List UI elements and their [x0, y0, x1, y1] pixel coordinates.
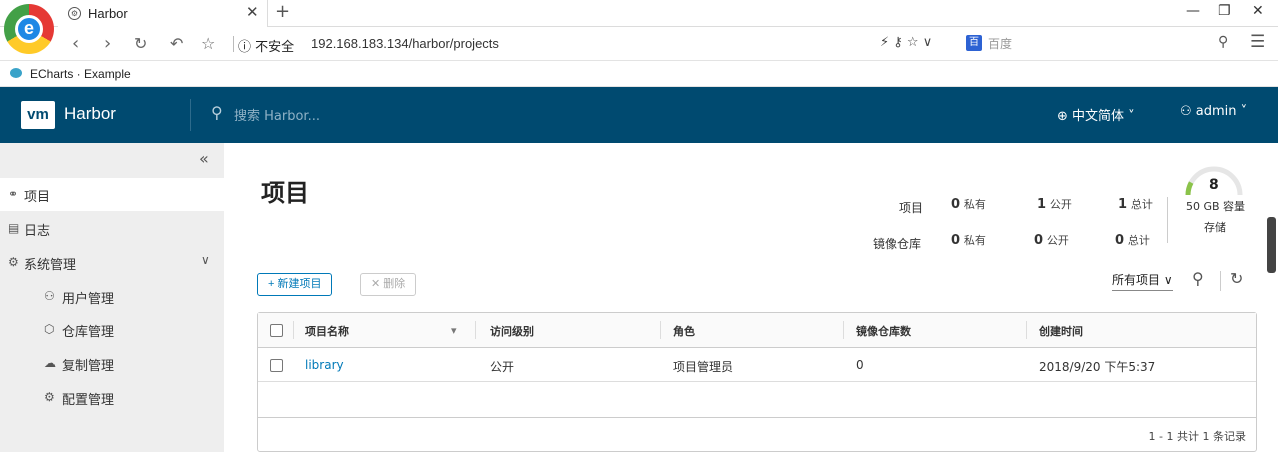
pagination-summary: 1 - 1 共计 1 条记录 — [1148, 430, 1246, 443]
address-bar: ‹ › ↻ ↶ ☆ ⓘ 不安全 192.168.183.134/harbor/p… — [0, 27, 1278, 61]
tab-close-icon[interactable]: ✕ — [246, 3, 259, 21]
user-menu[interactable]: ⚇ admin ˅ — [1180, 104, 1247, 119]
forward-icon[interactable]: › — [104, 33, 111, 54]
creation-time: 2018/9/20 下午5:37 — [1039, 360, 1156, 374]
search-input[interactable] — [234, 105, 514, 127]
new-project-button[interactable]: + 新建项目 — [257, 273, 333, 296]
page-title: 项目 — [261, 179, 309, 207]
restore-icon[interactable]: ❐ — [1218, 3, 1231, 19]
sidebar-item-projects[interactable]: ⚭ 项目 — [0, 178, 224, 211]
refresh-icon[interactable]: ↻ — [1230, 269, 1243, 288]
new-tab-button[interactable]: + — [275, 1, 290, 22]
app-brand[interactable]: Harbor — [64, 104, 116, 124]
storage-count: 8 — [1209, 177, 1219, 193]
back-icon[interactable]: ‹ — [72, 33, 79, 54]
filter-icon[interactable]: ▾ — [451, 324, 457, 337]
stat-projects-total: 1 总计 — [1118, 197, 1153, 212]
browser-search-box[interactable]: 百 百度 — [966, 33, 1216, 55]
baidu-icon: 百 — [966, 35, 982, 51]
sidebar-item-replication[interactable]: ☁ 复制管理 — [0, 347, 224, 380]
reload-icon[interactable]: ↻ — [134, 34, 147, 53]
tab-title: Harbor — [88, 6, 128, 21]
settings-icon: ⚙ — [44, 390, 55, 404]
stat-repos-public: 0 公开 — [1034, 233, 1069, 248]
minimize-icon[interactable]: — — [1186, 3, 1200, 19]
language-selector[interactable]: ⊕ 中文简体 ˅ — [1057, 105, 1135, 124]
sidebar-item-configuration[interactable]: ⚙ 配置管理 — [0, 381, 224, 414]
address-tools-icons[interactable]: ⚡ ⚷ ☆ ∨ — [880, 35, 932, 50]
bookmarks-bar: ECharts · Example — [0, 61, 1278, 87]
project-filter-select[interactable]: 所有项目 ∨ — [1112, 271, 1173, 291]
url-field[interactable]: 192.168.183.134/harbor/projects — [311, 36, 499, 51]
admin-icon: ⚙ — [8, 255, 19, 269]
browser-menu-icon[interactable]: ☰ — [1250, 32, 1265, 52]
table-footer: 1 - 1 共计 1 条记录 — [258, 417, 1256, 451]
column-header-created[interactable]: 创建时间 — [1039, 323, 1083, 339]
browser-tab[interactable]: ⚙ Harbor ✕ — [58, 0, 268, 27]
role: 项目管理员 — [673, 360, 734, 374]
select-all-checkbox[interactable] — [270, 324, 283, 337]
projects-table: 项目名称 ▾ 访问级别 角色 镜像仓库数 创建时间 library 公开 项目管… — [257, 312, 1257, 452]
replication-icon: ☁ — [44, 356, 56, 370]
search-icon: ⚲ — [211, 103, 223, 122]
echarts-icon — [10, 68, 22, 78]
vmware-logo[interactable]: vm — [21, 101, 55, 129]
chevron-down-icon: ∨ — [201, 253, 210, 267]
stat-projects-public: 1 公开 — [1037, 197, 1072, 212]
storage-capacity: 50 GB 容量 — [1186, 200, 1246, 213]
favorite-star-icon[interactable]: ☆ — [201, 34, 215, 53]
search-icon[interactable]: ⚲ — [1192, 269, 1204, 288]
delete-button[interactable]: ✕ 删除 — [360, 273, 417, 296]
main-content: 项目 项目 0 私有 1 公开 1 总计 镜像仓库 0 私有 0 公开 0 总计… — [224, 143, 1278, 452]
stat-projects-private: 0 私有 — [951, 197, 986, 212]
side-scroll-handle[interactable] — [1267, 217, 1276, 273]
sidebar-item-logs[interactable]: ▤ 日志 — [0, 212, 224, 245]
column-header-access[interactable]: 访问级别 — [490, 323, 534, 339]
access-level: 公开 — [490, 360, 515, 374]
browser-logo-icon: e — [4, 4, 54, 54]
row-checkbox[interactable] — [270, 359, 283, 372]
sidebar: « ⚭ 项目 ▤ 日志 ⚙ 系统管理 ∨ ⚇ 用户管理 ⬡ 仓库管理 ☁ 复制管… — [0, 143, 224, 452]
collapse-sidebar-icon[interactable]: « — [199, 149, 209, 168]
close-window-icon[interactable]: ✕ — [1252, 3, 1264, 19]
stat-repos-total: 0 总计 — [1115, 233, 1150, 248]
repo-count: 0 — [856, 358, 864, 372]
stat-repos-label: 镜像仓库 — [873, 237, 922, 251]
column-header-name[interactable]: 项目名称 — [305, 323, 349, 339]
browser-tab-bar: ⚙ Harbor ✕ + — ❐ ✕ — [0, 0, 1278, 27]
stat-repos-private: 0 私有 — [951, 233, 986, 248]
tab-favicon-icon: ⚙ — [68, 7, 81, 20]
sidebar-item-admin[interactable]: ⚙ 系统管理 ∨ — [0, 246, 224, 279]
users-icon: ⚇ — [44, 289, 55, 303]
project-name-link[interactable]: library — [305, 358, 344, 372]
projects-icon: ⚭ — [8, 187, 19, 201]
stat-projects-label: 项目 — [899, 201, 924, 215]
undo-icon[interactable]: ↶ — [170, 34, 183, 53]
logs-icon: ▤ — [8, 221, 20, 235]
sidebar-item-registries[interactable]: ⬡ 仓库管理 — [0, 313, 224, 346]
browser-search-icon[interactable]: ⚲ — [1218, 34, 1228, 50]
column-header-repo-count[interactable]: 镜像仓库数 — [856, 323, 911, 339]
registry-icon: ⬡ — [44, 322, 55, 336]
bookmark-echarts[interactable]: ECharts · Example — [30, 67, 131, 81]
table-header: 项目名称 ▾ 访问级别 角色 镜像仓库数 创建时间 — [258, 313, 1256, 348]
storage-label: 存储 — [1204, 221, 1226, 234]
app-header: vm Harbor ⚲ ⊕ 中文简体 ˅ ⚇ admin ˅ — [0, 87, 1278, 143]
column-header-role[interactable]: 角色 — [673, 323, 695, 339]
security-indicator[interactable]: ⓘ 不安全 — [238, 36, 294, 55]
sidebar-item-users[interactable]: ⚇ 用户管理 — [0, 280, 224, 313]
table-row[interactable]: library 公开 项目管理员 0 2018/9/20 下午5:37 — [258, 348, 1256, 382]
